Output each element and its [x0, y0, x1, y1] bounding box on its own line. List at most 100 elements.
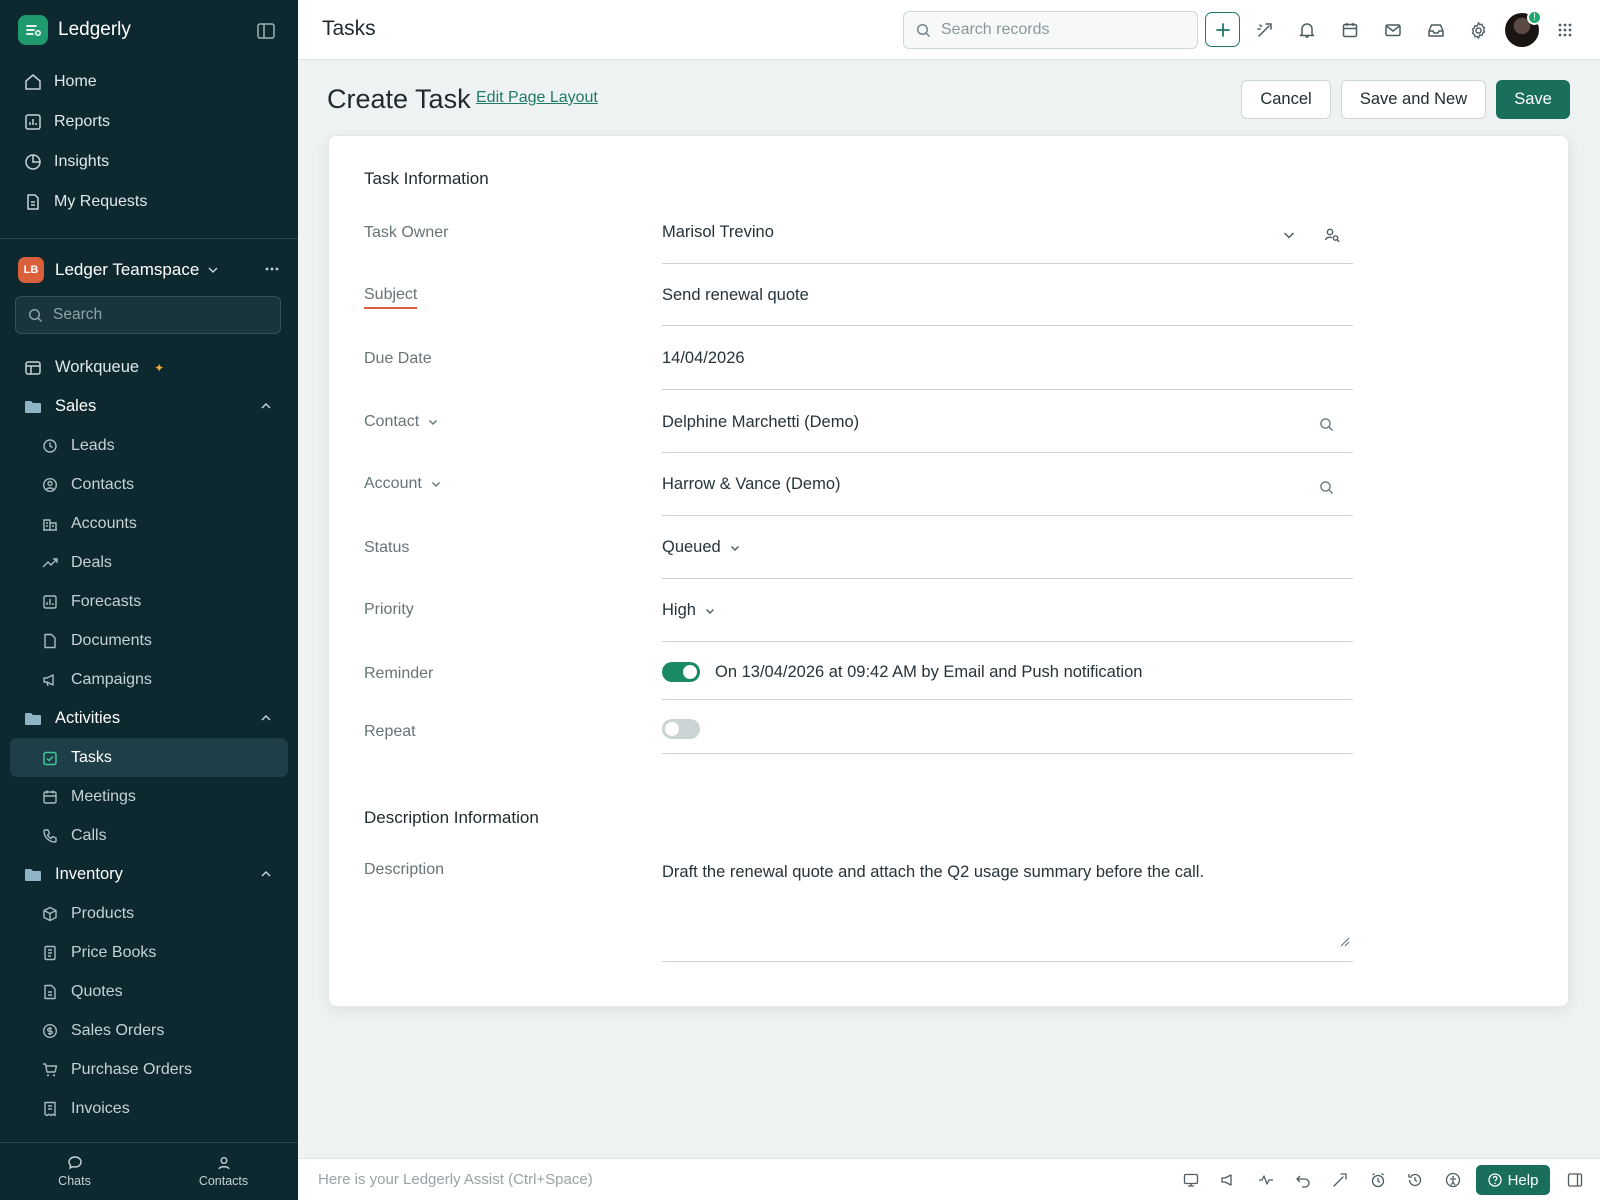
nav-reports[interactable]: Reports: [10, 102, 288, 142]
subject-label: Subject: [364, 286, 418, 309]
due-date-input[interactable]: 14/04/2026: [662, 349, 1353, 368]
contacts-button[interactable]: Contacts: [149, 1143, 298, 1200]
sidebar-item-label: Sales Orders: [71, 1021, 165, 1039]
accessibility-icon[interactable]: [1444, 1171, 1462, 1189]
chevron-down-icon[interactable]: [1282, 228, 1296, 242]
nav-my-requests[interactable]: My Requests: [10, 182, 288, 222]
contact-label[interactable]: Contact: [364, 413, 439, 431]
assist-icon[interactable]: [1254, 19, 1276, 41]
sidebar-item-calls[interactable]: Calls: [10, 816, 288, 855]
save-and-new-button[interactable]: Save and New: [1341, 80, 1486, 119]
teamspace-name: Ledger Teamspace: [55, 260, 200, 279]
teamspace-switcher[interactable]: LB Ledger Teamspace: [18, 255, 280, 285]
chevron-up-icon[interactable]: [260, 400, 272, 412]
sidebar-item-label: Meetings: [71, 787, 136, 805]
sidebar-item-label: Purchase Orders: [71, 1060, 192, 1078]
chats-button[interactable]: Chats: [0, 1143, 149, 1200]
history-icon[interactable]: [1406, 1171, 1424, 1189]
sidebar-item-price-books[interactable]: Price Books: [10, 933, 288, 972]
megaphone-icon[interactable]: [1219, 1171, 1237, 1189]
brand[interactable]: Ledgerly: [18, 14, 131, 46]
nav-insights[interactable]: Insights: [10, 142, 288, 182]
section-inventory[interactable]: Inventory: [10, 855, 288, 894]
sidebar-item-forecasts[interactable]: Forecasts: [10, 582, 288, 621]
priority-value: High: [662, 601, 696, 619]
search-icon[interactable]: [1319, 480, 1334, 495]
task-owner-field[interactable]: Marisol Trevino: [662, 223, 1353, 242]
global-search-input[interactable]: Search records: [903, 11, 1198, 49]
alarm-icon[interactable]: [1369, 1171, 1387, 1189]
app-grid-icon[interactable]: [1554, 19, 1576, 41]
activity-icon[interactable]: [1257, 1171, 1275, 1189]
section-activities[interactable]: Activities: [10, 699, 288, 738]
user-search-icon[interactable]: [1324, 227, 1341, 244]
monitor-icon[interactable]: [1182, 1171, 1200, 1189]
task-owner-value: Marisol Trevino: [662, 223, 774, 241]
reminder-toggle[interactable]: [662, 662, 700, 682]
sidebar-item-documents[interactable]: Documents: [10, 621, 288, 660]
task-owner-underline: [662, 263, 1353, 264]
home-icon: [25, 74, 41, 90]
sidebar-item-contacts[interactable]: Contacts: [10, 465, 288, 504]
search-icon: [916, 23, 931, 37]
reports-icon: [25, 114, 41, 130]
help-button[interactable]: Help: [1476, 1165, 1550, 1195]
priority-select[interactable]: High: [662, 601, 716, 620]
sidebar-item-deals[interactable]: Deals: [10, 543, 288, 582]
subject-input[interactable]: Send renewal quote: [662, 286, 1353, 305]
sidebar-item-label: Quotes: [71, 982, 123, 1000]
description-information-heading: Description Information: [364, 808, 539, 827]
sidebar-item-quotes[interactable]: Quotes: [10, 972, 288, 1011]
chevron-up-icon[interactable]: [260, 868, 272, 880]
nav-workqueue[interactable]: Workqueue ✦: [10, 348, 288, 387]
resize-handle-icon[interactable]: [1339, 936, 1350, 947]
chevron-down-icon[interactable]: [207, 264, 219, 276]
undo-icon[interactable]: [1294, 1171, 1312, 1189]
account-label[interactable]: Account: [364, 475, 442, 493]
sidebar-search-input[interactable]: Search: [15, 296, 281, 334]
sidebar-item-invoices[interactable]: Invoices: [10, 1089, 288, 1128]
sidebar-item-campaigns[interactable]: Campaigns: [10, 660, 288, 699]
teamspace-badge: LB: [18, 257, 44, 283]
sidebar-item-label: Tasks: [71, 748, 112, 766]
task-form-card: Task Information Task Owner Marisol Trev…: [328, 135, 1569, 1007]
nav-home[interactable]: Home: [10, 62, 288, 102]
sidebar-item-products[interactable]: Products: [10, 894, 288, 933]
sidebar-item-sales-orders[interactable]: Sales Orders: [10, 1011, 288, 1050]
panel-toggle-icon[interactable]: [1566, 1171, 1584, 1189]
sidebar-item-purchase-orders[interactable]: Purchase Orders: [10, 1050, 288, 1089]
gear-icon[interactable]: [1467, 19, 1489, 41]
sidebar-item-accounts[interactable]: Accounts: [10, 504, 288, 543]
chevron-up-icon[interactable]: [260, 712, 272, 724]
sidebar-item-tasks[interactable]: Tasks: [10, 738, 288, 777]
description-textarea[interactable]: Draft the renewal quote and attach the Q…: [662, 863, 1353, 882]
help-label: Help: [1507, 1171, 1539, 1189]
edit-page-layout-link[interactable]: Edit Page Layout: [476, 89, 598, 107]
chevron-down-icon: [431, 482, 440, 487]
sidebar-item-leads[interactable]: Leads: [10, 426, 288, 465]
insights-icon: [25, 154, 41, 170]
inbox-icon[interactable]: [1425, 19, 1447, 41]
reminder-text[interactable]: On 13/04/2026 at 09:42 AM by Email and P…: [715, 663, 1142, 682]
repeat-toggle[interactable]: [662, 719, 700, 739]
account-lookup-input[interactable]: Harrow & Vance (Demo): [662, 475, 1353, 494]
assist-prompt[interactable]: Here is your Ledgerly Assist (Ctrl+Space…: [318, 1171, 593, 1188]
bell-icon[interactable]: [1296, 19, 1318, 41]
calendar-icon[interactable]: [1339, 19, 1361, 41]
contact-lookup-input[interactable]: Delphine Marchetti (Demo): [662, 413, 1353, 432]
magic-icon[interactable]: [1331, 1171, 1349, 1189]
section-sales[interactable]: Sales: [10, 387, 288, 426]
search-icon[interactable]: [1319, 417, 1334, 432]
more-icon[interactable]: [264, 259, 280, 279]
sidebar-collapse-icon[interactable]: [255, 20, 277, 42]
box-icon: [43, 906, 57, 921]
status-select[interactable]: Queued: [662, 538, 741, 557]
save-button[interactable]: Save: [1496, 80, 1570, 119]
repeat-underline: [662, 753, 1353, 754]
chevron-down-icon: [730, 545, 739, 551]
reminder-row: On 13/04/2026 at 09:42 AM by Email and P…: [662, 662, 1353, 682]
mail-icon[interactable]: [1382, 19, 1404, 41]
sidebar-item-meetings[interactable]: Meetings: [10, 777, 288, 816]
cancel-button[interactable]: Cancel: [1241, 80, 1331, 119]
create-new-button[interactable]: [1205, 12, 1240, 47]
